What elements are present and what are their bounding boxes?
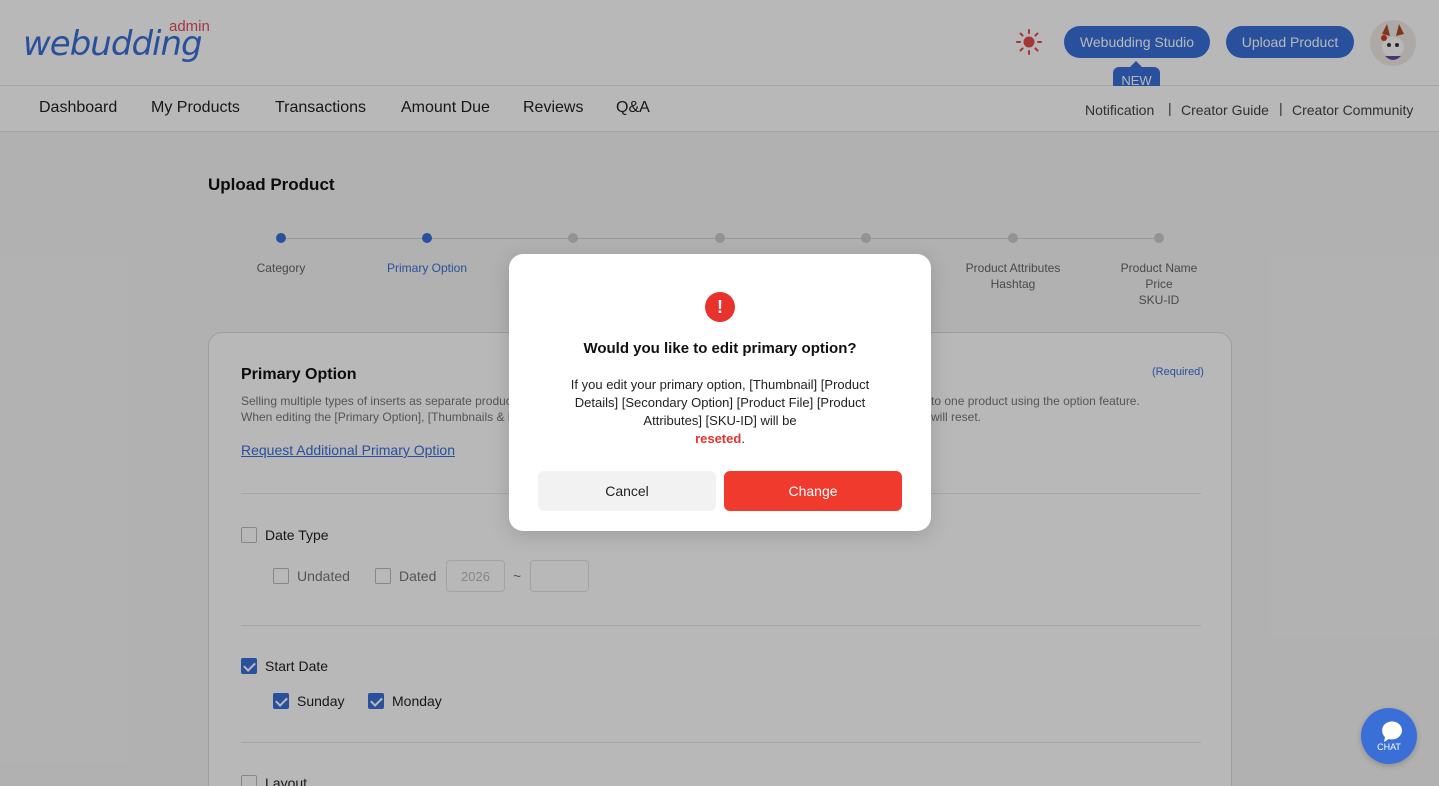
chat-button[interactable]: CHAT bbox=[1361, 708, 1417, 764]
confirm-dialog: ! Would you like to edit primary option?… bbox=[509, 254, 931, 531]
change-button[interactable]: Change bbox=[724, 471, 902, 511]
dialog-warning-text: reseted bbox=[695, 431, 742, 446]
dialog-title: Would you like to edit primary option? bbox=[583, 340, 857, 357]
cancel-button[interactable]: Cancel bbox=[538, 471, 716, 511]
dialog-message-text: If you edit your primary option, [Thumbn… bbox=[570, 377, 870, 428]
dialog-message: If you edit your primary option, [Thumbn… bbox=[549, 376, 891, 448]
chat-bubble-icon bbox=[1382, 721, 1402, 742]
dialog-period: . bbox=[741, 431, 745, 446]
alert-icon: ! bbox=[705, 292, 735, 322]
chat-label: CHAT bbox=[1377, 742, 1401, 752]
